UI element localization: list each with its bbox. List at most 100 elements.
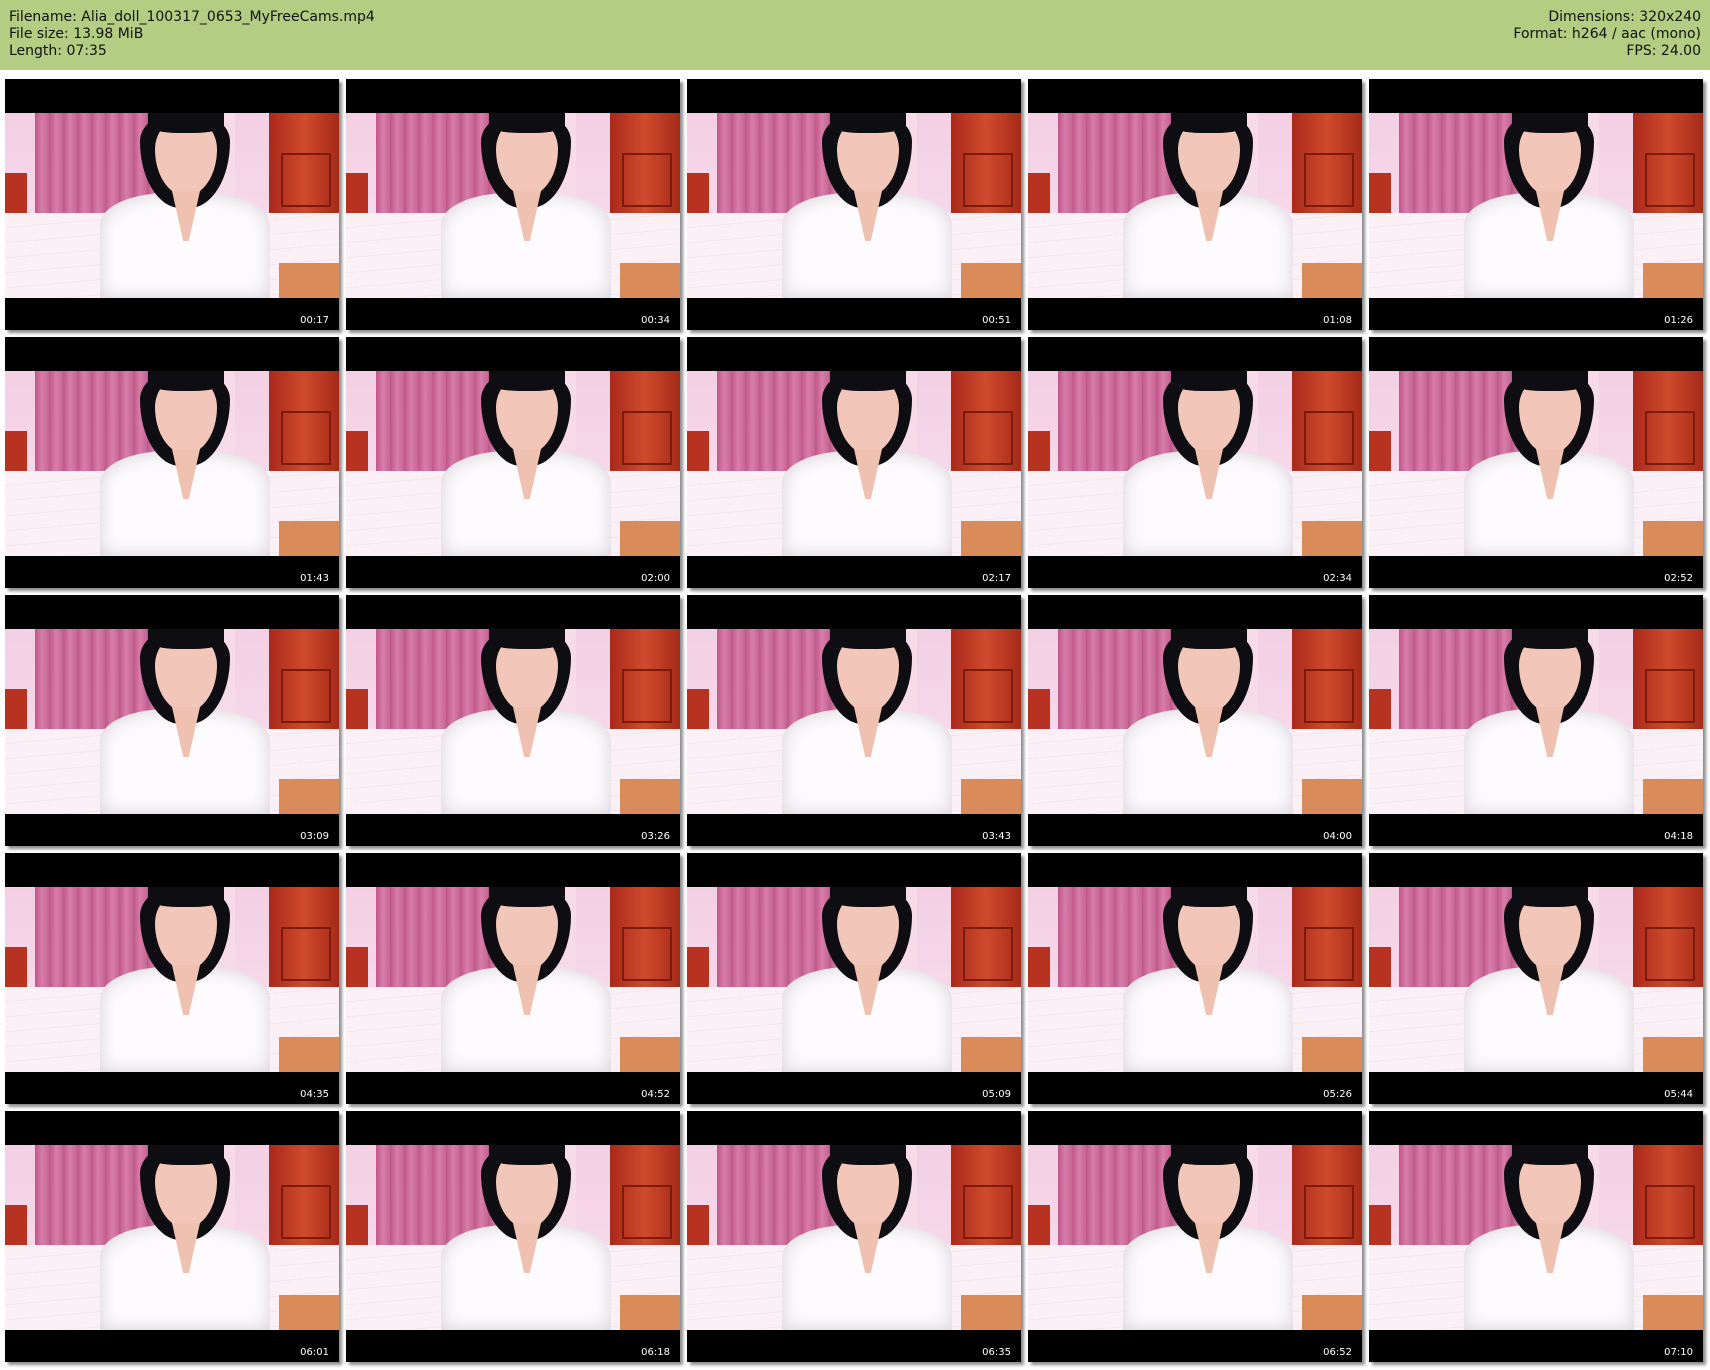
timestamp-label: 05:26 — [1323, 1089, 1352, 1100]
video-thumbnail[interactable]: 01:08 — [1028, 79, 1362, 330]
video-frame — [1028, 629, 1362, 814]
person — [1464, 887, 1634, 1072]
person — [100, 113, 270, 298]
video-thumbnail[interactable]: 04:52 — [346, 853, 680, 1104]
floor — [279, 779, 339, 814]
fringe — [1171, 113, 1247, 133]
floor — [961, 521, 1021, 556]
floor — [279, 263, 339, 298]
fringe — [1512, 629, 1588, 649]
timestamp-label: 06:18 — [641, 1347, 670, 1358]
floor — [961, 263, 1021, 298]
fringe — [830, 1145, 906, 1165]
timestamp-label: 02:34 — [1323, 573, 1352, 584]
video-thumbnail[interactable]: 06:52 — [1028, 1111, 1362, 1362]
fringe — [148, 371, 224, 391]
video-thumbnail[interactable]: 05:09 — [687, 853, 1021, 1104]
video-thumbnail[interactable]: 01:26 — [1369, 79, 1703, 330]
floor — [1643, 1295, 1703, 1330]
video-thumbnail[interactable]: 04:18 — [1369, 595, 1703, 846]
person — [441, 371, 611, 556]
fringe — [489, 113, 565, 133]
person — [100, 1145, 270, 1330]
video-thumbnail[interactable]: 06:35 — [687, 1111, 1021, 1362]
floor — [1302, 1295, 1362, 1330]
person — [441, 629, 611, 814]
video-thumbnail[interactable]: 03:09 — [5, 595, 339, 846]
timestamp-label: 05:44 — [1664, 1089, 1693, 1100]
floor — [1302, 263, 1362, 298]
floor — [961, 1037, 1021, 1072]
floor — [1643, 779, 1703, 814]
timestamp-label: 01:43 — [300, 573, 329, 584]
timestamp-label: 04:18 — [1664, 831, 1693, 842]
filename-line: Filename: Alia_doll_100317_0653_MyFreeCa… — [9, 9, 375, 25]
floor — [620, 1295, 680, 1330]
video-frame — [1369, 1145, 1703, 1330]
video-thumbnail[interactable]: 02:00 — [346, 337, 680, 588]
person — [1123, 887, 1293, 1072]
fringe — [1512, 1145, 1588, 1165]
timestamp-label: 04:35 — [300, 1089, 329, 1100]
floor — [620, 779, 680, 814]
person — [1123, 371, 1293, 556]
floor — [961, 1295, 1021, 1330]
video-frame — [5, 887, 339, 1072]
video-frame — [346, 113, 680, 298]
fringe — [148, 113, 224, 133]
video-frame — [1369, 113, 1703, 298]
video-thumbnail[interactable]: 06:18 — [346, 1111, 680, 1362]
video-frame — [687, 113, 1021, 298]
stream-info: Dimensions: 320x240 Format: h264 / aac (… — [1513, 9, 1701, 60]
timestamp-label: 00:34 — [641, 315, 670, 326]
floor — [279, 1295, 339, 1330]
timestamp-label: 05:09 — [982, 1089, 1011, 1100]
video-thumbnail[interactable]: 01:43 — [5, 337, 339, 588]
video-thumbnail[interactable]: 00:17 — [5, 79, 339, 330]
video-frame — [5, 1145, 339, 1330]
video-frame — [346, 629, 680, 814]
timestamp-label: 03:09 — [300, 831, 329, 842]
video-frame — [687, 371, 1021, 556]
video-thumbnail[interactable]: 04:35 — [5, 853, 339, 1104]
fringe — [830, 629, 906, 649]
person — [1464, 1145, 1634, 1330]
video-thumbnail[interactable]: 05:26 — [1028, 853, 1362, 1104]
timestamp-label: 02:17 — [982, 573, 1011, 584]
person — [1464, 113, 1634, 298]
floor — [279, 1037, 339, 1072]
person — [782, 113, 952, 298]
video-thumbnail[interactable]: 03:26 — [346, 595, 680, 846]
person — [100, 371, 270, 556]
video-thumbnail[interactable]: 05:44 — [1369, 853, 1703, 1104]
video-thumbnail[interactable]: 07:10 — [1369, 1111, 1703, 1362]
video-thumbnail[interactable]: 02:17 — [687, 337, 1021, 588]
floor — [620, 263, 680, 298]
video-thumbnail[interactable]: 00:34 — [346, 79, 680, 330]
video-frame — [5, 629, 339, 814]
person — [1464, 371, 1634, 556]
video-thumbnail[interactable]: 00:51 — [687, 79, 1021, 330]
floor — [1643, 1037, 1703, 1072]
fringe — [830, 887, 906, 907]
video-frame — [1369, 629, 1703, 814]
fringe — [1512, 887, 1588, 907]
video-frame — [687, 1145, 1021, 1330]
video-thumbnail[interactable]: 04:00 — [1028, 595, 1362, 846]
fringe — [1512, 113, 1588, 133]
floor — [1302, 1037, 1362, 1072]
video-frame — [1028, 371, 1362, 556]
video-frame — [687, 887, 1021, 1072]
person — [441, 887, 611, 1072]
timestamp-label: 03:26 — [641, 831, 670, 842]
timestamp-label: 03:43 — [982, 831, 1011, 842]
person — [1464, 629, 1634, 814]
video-thumbnail[interactable]: 06:01 — [5, 1111, 339, 1362]
video-thumbnail[interactable]: 03:43 — [687, 595, 1021, 846]
video-thumbnail[interactable]: 02:52 — [1369, 337, 1703, 588]
video-thumbnail[interactable]: 02:34 — [1028, 337, 1362, 588]
length-line: Length: 07:35 — [9, 43, 107, 59]
timestamp-label: 04:52 — [641, 1089, 670, 1100]
floor — [620, 1037, 680, 1072]
timestamp-label: 06:01 — [300, 1347, 329, 1358]
